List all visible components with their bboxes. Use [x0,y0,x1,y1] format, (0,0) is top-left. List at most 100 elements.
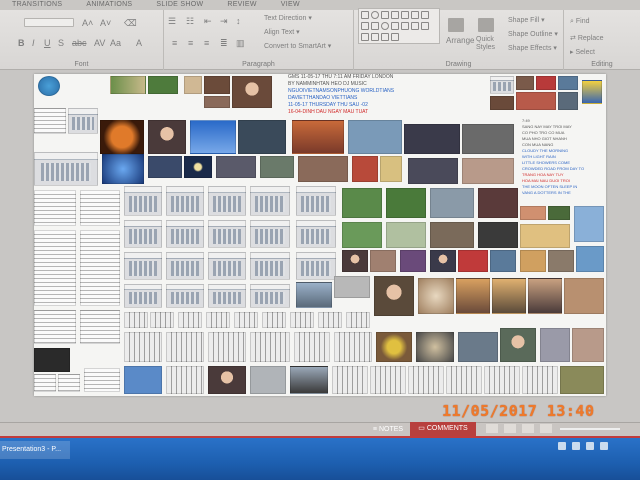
photo-thumbnail[interactable] [260,156,294,178]
taskbar-app-powerpoint[interactable]: Presentation3 - P... [0,441,70,459]
portrait-thumbnail[interactable] [342,250,368,272]
document-thumbnail[interactable] [58,374,80,392]
italic-icon[interactable]: I [32,38,35,48]
shape-pentagon-icon[interactable] [391,22,399,30]
photo-thumbnail[interactable] [458,332,498,362]
portrait-thumbnail[interactable] [430,250,456,272]
photo-thumbnail[interactable] [184,156,212,178]
photo-thumbnail[interactable] [184,76,202,94]
screenshot-thumbnail[interactable] [208,220,246,248]
document-thumbnail[interactable] [34,108,66,134]
screenshot-thumbnail[interactable] [124,284,162,308]
document-thumbnail[interactable] [34,310,76,344]
photo-thumbnail[interactable] [418,278,454,314]
newspaper-thumbnail[interactable] [262,312,286,328]
photo-thumbnail[interactable] [576,246,604,272]
photo-thumbnail[interactable] [536,76,556,90]
slideshow-icon[interactable] [540,424,552,433]
screenshot-thumbnail[interactable] [250,186,290,216]
bullets-icon[interactable]: ☰ [168,16,176,27]
tab-view[interactable]: VIEW [269,0,312,10]
photo-thumbnail[interactable] [492,278,526,314]
newspaper-thumbnail[interactable] [294,332,330,362]
photo-thumbnail[interactable] [548,250,574,272]
screenshot-thumbnail[interactable] [166,220,204,248]
document-thumbnail[interactable] [80,190,120,226]
newspaper-thumbnail[interactable] [332,366,368,394]
photo-thumbnail[interactable] [540,328,570,362]
photo-thumbnail[interactable] [478,188,518,218]
photo-thumbnail[interactable] [386,188,426,218]
screenshot-thumbnail[interactable] [296,186,336,216]
photo-thumbnail[interactable] [456,278,490,314]
comments-button[interactable]: ▭ COMMENTS [410,422,476,436]
tab-transitions[interactable]: TRANSITIONS [0,0,74,10]
shape-hex-icon[interactable] [361,33,369,41]
photo-thumbnail[interactable] [380,156,402,182]
newspaper-thumbnail[interactable] [166,366,204,394]
flag-icon[interactable] [586,442,594,450]
photo-thumbnail[interactable] [490,96,514,110]
photo-thumbnail[interactable] [148,76,178,94]
newspaper-thumbnail[interactable] [334,332,372,362]
shape-chevron-icon[interactable] [401,22,409,30]
network-icon[interactable] [558,442,566,450]
newspaper-thumbnail[interactable] [522,366,558,394]
newspaper-thumbnail[interactable] [250,332,290,362]
screenshot-thumbnail[interactable] [34,152,98,186]
photo-thumbnail[interactable] [342,188,382,218]
numbering-icon[interactable]: ☷ [186,16,194,27]
photo-thumbnail[interactable] [416,332,454,362]
document-thumbnail[interactable] [84,368,120,392]
newspaper-thumbnail[interactable] [208,332,246,362]
photo-thumbnail[interactable] [334,276,370,298]
newspaper-thumbnail[interactable] [150,312,174,328]
font-color-icon[interactable]: A [136,38,142,48]
shape-triangle-icon[interactable] [401,11,409,19]
photo-thumbnail[interactable] [386,222,426,248]
portrait-thumbnail[interactable] [148,120,186,154]
replace-button[interactable]: ⇄ Replace [570,34,604,42]
screenshot-thumbnail[interactable] [250,220,290,248]
screenshot-thumbnail[interactable] [208,186,246,216]
photo-thumbnail[interactable] [102,154,144,184]
shape-bracket-icon[interactable] [361,22,369,30]
screenshot-thumbnail[interactable] [296,220,336,248]
line-spacing-icon[interactable]: ↕ [236,16,241,26]
justify-icon[interactable]: ≣ [220,38,228,49]
select-button[interactable]: ▸ Select [570,48,595,56]
photo-thumbnail[interactable] [250,366,286,394]
portrait-thumbnail[interactable] [500,328,536,362]
slide-sorter-icon[interactable] [504,424,516,433]
shrink-font-icon[interactable]: A˅ [100,18,111,28]
shape-frame-icon[interactable] [381,33,389,41]
shape-circle-icon[interactable] [381,22,389,30]
zoom-slider[interactable] [560,428,620,430]
photo-thumbnail[interactable] [348,120,402,154]
photo-thumbnail[interactable] [516,92,556,110]
photo-thumbnail[interactable] [430,188,474,218]
photo-thumbnail[interactable] [400,250,426,272]
screenshot-thumbnail[interactable] [124,220,162,248]
photo-thumbnail[interactable] [190,120,236,154]
shape-heart-icon[interactable] [421,22,429,30]
newspaper-thumbnail[interactable] [370,366,406,394]
tab-slide-show[interactable]: SLIDE SHOW [144,0,215,10]
quick-styles-button[interactable]: Quick Styles [476,36,504,52]
newspaper-thumbnail[interactable] [290,312,314,328]
screenshot-thumbnail[interactable] [166,186,204,216]
photo-thumbnail[interactable] [352,156,378,182]
change-case-icon[interactable]: Aa [110,38,121,48]
indent-icon[interactable]: ⇤ [204,16,212,27]
photo-thumbnail[interactable] [582,80,602,104]
newspaper-thumbnail[interactable] [234,312,258,328]
columns-icon[interactable]: ▥ [236,38,245,49]
screenshot-thumbnail[interactable] [166,284,204,308]
grow-font-icon[interactable]: A˄ [82,18,93,28]
photo-thumbnail[interactable] [560,366,604,394]
photo-thumbnail[interactable] [462,124,514,154]
newspaper-thumbnail[interactable] [178,312,202,328]
find-button[interactable]: ⌕ Find [570,18,590,26]
volume-icon[interactable] [572,442,580,450]
portrait-thumbnail[interactable] [374,276,414,316]
